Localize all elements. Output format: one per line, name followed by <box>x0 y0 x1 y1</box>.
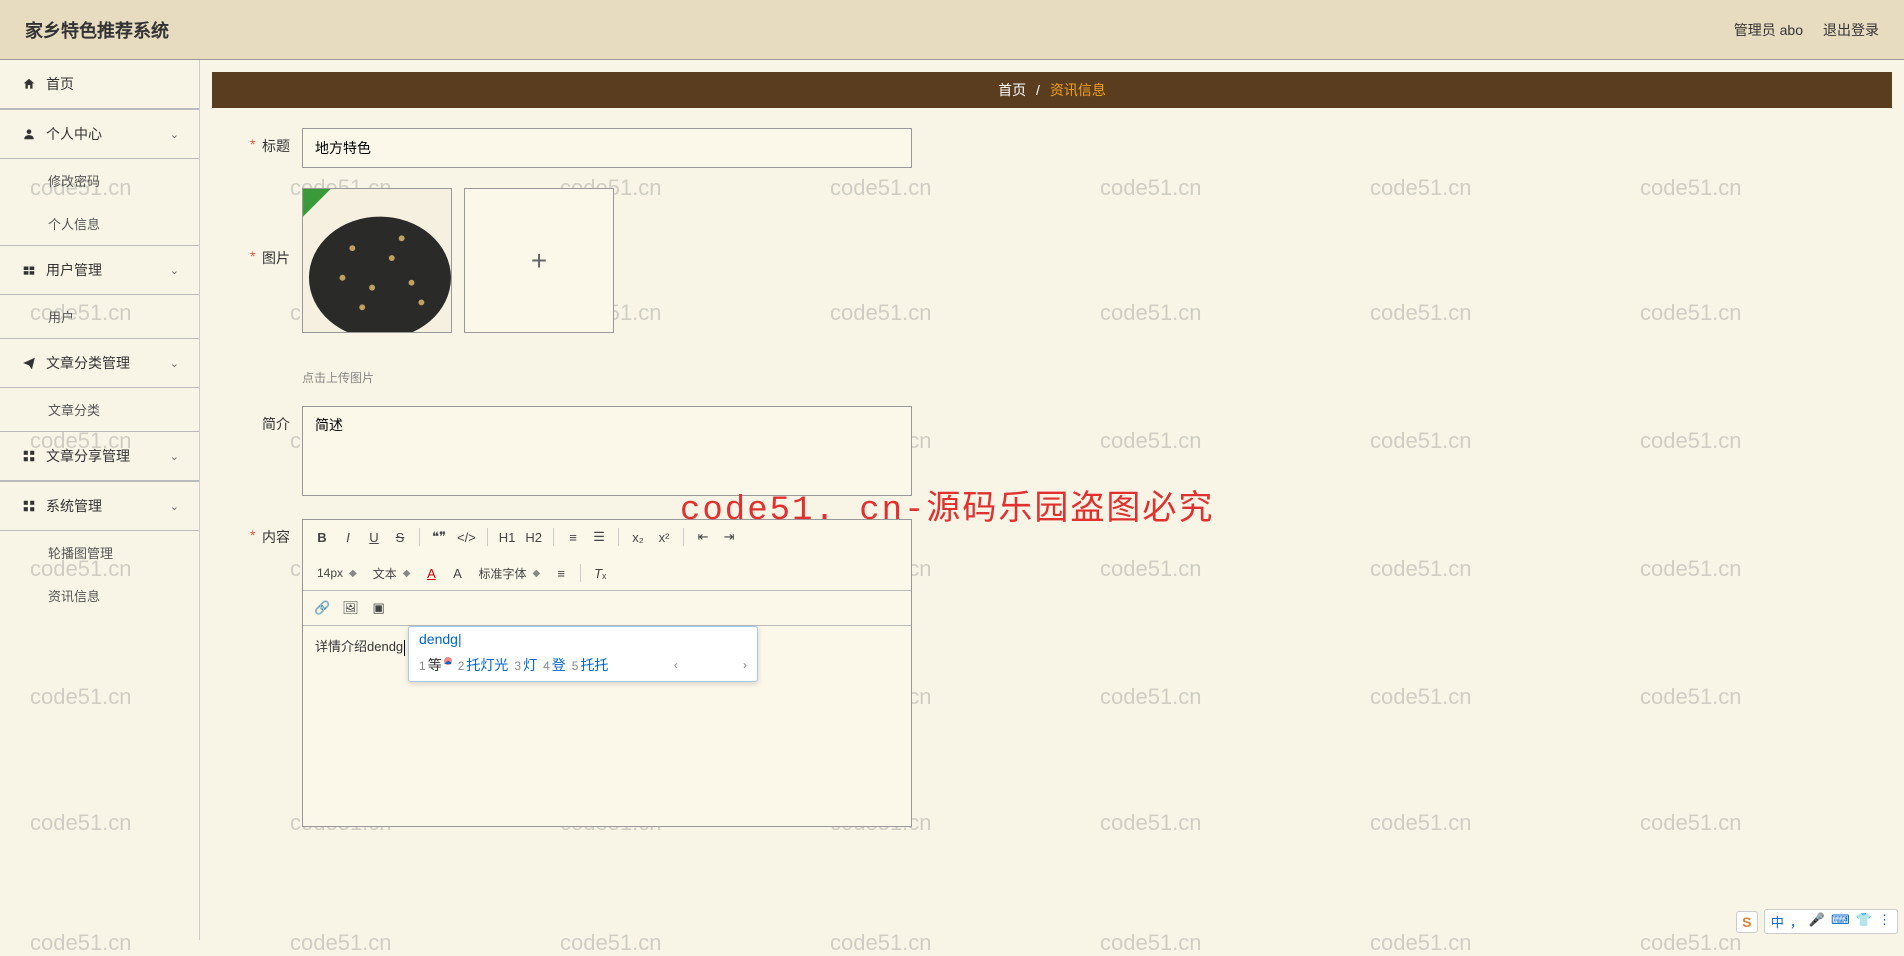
underline-button[interactable]: U <box>363 526 385 548</box>
ime-candidate-2[interactable]: 2托灯光 <box>458 655 509 675</box>
editor-toolbar-2: 🔗 🖼 ▣ <box>303 591 911 626</box>
ime-menu-icon[interactable]: ⋮ <box>1878 912 1891 931</box>
ime-candidate-1[interactable]: 1等☁ <box>419 655 452 675</box>
sidebar-item-article-cat-manage[interactable]: 文章分类管理 ⌄ <box>0 338 199 388</box>
bg-color-button[interactable]: A <box>446 562 468 584</box>
sidebar-item-label: 文章分享管理 <box>46 446 170 466</box>
h1-button[interactable]: H1 <box>496 526 519 548</box>
upload-add-button[interactable]: + <box>464 188 614 333</box>
h2-button[interactable]: H2 <box>522 526 545 548</box>
ordered-list-button[interactable]: ≡ <box>562 526 584 548</box>
sidebar-item-personal-center[interactable]: 个人中心 ⌄ <box>0 109 199 159</box>
sidebar-item-user-manage[interactable]: 用户管理 ⌄ <box>0 245 199 295</box>
ime-punct-icon[interactable]: ， <box>1790 912 1803 931</box>
users-icon <box>20 263 38 277</box>
sidebar-item-label: 用户管理 <box>46 260 170 280</box>
sidebar-item-system-manage[interactable]: 系统管理 ⌄ <box>0 481 199 531</box>
send-icon <box>20 356 38 370</box>
content-label: *内容 <box>232 519 302 547</box>
bold-button[interactable]: B <box>311 526 333 548</box>
breadcrumb-sep: / <box>1036 82 1040 98</box>
chevron-down-icon: ⌄ <box>170 264 179 277</box>
sidebar-item-label: 文章分类管理 <box>46 353 170 373</box>
editor-content-area[interactable]: 详情介绍dendg dendg| 1等☁ 2托灯光 3灯 4登 5托托 <box>303 626 911 826</box>
breadcrumb-current: 资讯信息 <box>1050 82 1106 98</box>
code-button[interactable]: </> <box>454 526 479 548</box>
user-icon <box>20 127 38 141</box>
app-title: 家乡特色推荐系统 <box>25 17 169 43</box>
breadcrumb: 首页 / 资讯信息 <box>212 72 1892 108</box>
intro-textarea[interactable]: 简述 <box>302 406 912 496</box>
subscript-button[interactable]: x₂ <box>627 526 649 548</box>
sidebar-sub-user[interactable]: 用户 <box>0 295 199 338</box>
chevron-down-icon: ⌄ <box>170 450 179 463</box>
ime-lang-icon[interactable]: 中 <box>1771 912 1784 931</box>
breadcrumb-home[interactable]: 首页 <box>998 82 1026 98</box>
ime-status-bar[interactable]: S 中 ， 🎤 ⌨ 👕 ⋮ <box>1736 909 1898 934</box>
title-input[interactable] <box>302 128 912 168</box>
link-button[interactable]: 🔗 <box>311 597 333 619</box>
chevron-down-icon: ⌄ <box>170 357 179 370</box>
title-label: *标题 <box>232 128 302 156</box>
image-button[interactable]: 🖼 <box>339 597 362 619</box>
unordered-list-button[interactable]: ☰ <box>588 526 610 548</box>
video-button[interactable]: ▣ <box>368 597 390 619</box>
chevron-down-icon: ⌄ <box>170 128 179 141</box>
ime-logo-icon: S <box>1736 911 1758 933</box>
sidebar-sub-article-cat[interactable]: 文章分类 <box>0 388 199 431</box>
superscript-button[interactable]: x² <box>653 526 675 548</box>
strike-button[interactable]: S <box>389 526 411 548</box>
sidebar-item-label: 系统管理 <box>46 496 170 516</box>
outdent-button[interactable]: ⇥ <box>718 526 740 548</box>
sidebar-item-label: 个人中心 <box>46 124 170 144</box>
ime-candidate-5[interactable]: 5托托 <box>572 655 609 675</box>
plus-icon: + <box>531 245 547 277</box>
sidebar-sub-personal-info[interactable]: 个人信息 <box>0 202 199 245</box>
logout-link[interactable]: 退出登录 <box>1823 20 1879 40</box>
italic-button[interactable]: I <box>337 526 359 548</box>
align-button[interactable]: ≡ <box>550 562 572 584</box>
font-color-button[interactable]: A <box>420 562 442 584</box>
quote-button[interactable]: ❝❞ <box>428 526 450 548</box>
clear-format-button[interactable]: Tₓ <box>589 562 611 584</box>
ime-input: dendg| <box>409 627 757 651</box>
editor-toolbar: B I U S ❝❞ </> H1 H2 <box>303 520 911 591</box>
intro-label: 简介 <box>232 406 302 434</box>
sidebar-item-label: 首页 <box>46 74 179 94</box>
ime-popup[interactable]: dendg| 1等☁ 2托灯光 3灯 4登 5托托 ‹ › <box>408 626 758 682</box>
ime-voice-icon[interactable]: 🎤 <box>1809 912 1825 931</box>
font-size-select[interactable]: 14px◆ <box>311 562 363 584</box>
text-cursor <box>404 640 405 656</box>
sidebar-sub-news-info[interactable]: 资讯信息 <box>0 574 199 617</box>
editor-text: 详情介绍dendg <box>315 639 403 654</box>
ime-prev-icon[interactable]: ‹ <box>674 658 678 672</box>
sidebar-sub-change-password[interactable]: 修改密码 <box>0 159 199 202</box>
sidebar-item-article-share-manage[interactable]: 文章分享管理 ⌄ <box>0 431 199 481</box>
sidebar: 首页 个人中心 ⌄ 修改密码 个人信息 用户管理 ⌄ 用户 文章分类管理 ⌄ 文… <box>0 60 200 940</box>
image-label: *图片 <box>232 188 302 268</box>
topbar: 家乡特色推荐系统 管理员 abo 退出登录 <box>0 0 1904 60</box>
sidebar-item-home[interactable]: 首页 <box>0 60 199 109</box>
admin-label[interactable]: 管理员 abo <box>1734 20 1803 40</box>
indent-button[interactable]: ⇤ <box>692 526 714 548</box>
sidebar-sub-carousel-manage[interactable]: 轮播图管理 <box>0 531 199 574</box>
ime-candidate-3[interactable]: 3灯 <box>514 655 537 675</box>
font-family-select[interactable]: 标准字体◆ <box>472 562 546 584</box>
main-content: 首页 / 资讯信息 *标题 *图片 <box>200 60 1904 940</box>
rich-editor: B I U S ❝❞ </> H1 H2 <box>302 519 912 827</box>
ime-skin-icon[interactable]: 👕 <box>1856 912 1872 931</box>
ime-next-icon[interactable]: › <box>743 658 747 672</box>
home-icon <box>20 77 38 91</box>
grid-icon <box>20 449 38 463</box>
grid-icon <box>20 499 38 513</box>
chevron-down-icon: ⌄ <box>170 500 179 513</box>
upload-hint: 点击上传图片 <box>302 369 614 386</box>
ime-candidate-4[interactable]: 4登 <box>543 655 566 675</box>
uploaded-image-thumb[interactable] <box>302 188 452 333</box>
ime-keyboard-icon[interactable]: ⌨ <box>1831 912 1850 931</box>
font-type-select[interactable]: 文本◆ <box>367 562 417 584</box>
